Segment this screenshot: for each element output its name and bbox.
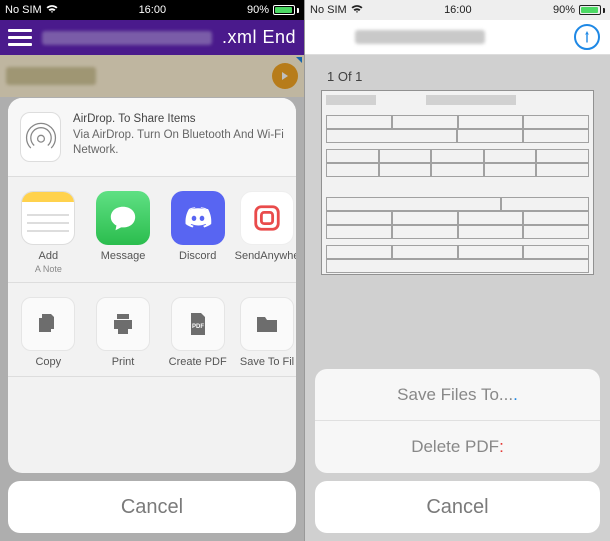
pdf-icon: PDF	[171, 297, 225, 351]
cancel-button[interactable]: Cancel	[8, 481, 296, 533]
header-title-blurred	[355, 30, 485, 44]
cancel-button[interactable]: Cancel	[315, 481, 600, 533]
share-app-sendanywhere[interactable]: SendAnywhe	[242, 191, 292, 274]
phone-left: No SIM 16:00 90% .xml End	[0, 0, 305, 541]
carrier-label: No SIM	[310, 4, 347, 16]
app-label: Discord	[179, 250, 216, 262]
save-label: Save Files To...	[397, 385, 513, 405]
share-action-row[interactable]: Copy Print PDF Create PDF Save To Fil	[8, 283, 296, 377]
wifi-icon	[351, 4, 363, 17]
app-label: Message	[101, 250, 146, 262]
messages-icon	[96, 191, 150, 245]
app-header	[305, 20, 610, 55]
action-label: Create PDF	[169, 356, 227, 368]
airdrop-icon	[20, 112, 61, 162]
edit-button[interactable]	[574, 24, 600, 50]
app-label: Add	[39, 250, 59, 262]
header-title-suffix: .xml End	[222, 27, 296, 48]
wifi-icon	[46, 4, 58, 17]
share-sheet: AirDrop. To Share Items Via AirDrop. Tur…	[8, 98, 296, 473]
action-copy[interactable]: Copy	[18, 297, 79, 368]
airdrop-subtitle: Via AirDrop. Turn On Bluetooth And Wi-Fi…	[73, 128, 284, 159]
airdrop-title: AirDrop. To Share Items	[73, 112, 284, 128]
share-app-row[interactable]: Add A Note Message Discord SendAnywhe	[8, 177, 296, 283]
print-icon	[96, 297, 150, 351]
share-app-notes[interactable]: Add A Note	[18, 191, 79, 274]
notes-icon	[21, 191, 75, 245]
clock-label: 16:00	[444, 4, 472, 16]
carrier-label: No SIM	[5, 4, 42, 16]
discord-icon	[171, 191, 225, 245]
action-label: Print	[112, 356, 135, 368]
action-label: Save To Fil	[240, 356, 294, 368]
airdrop-section[interactable]: AirDrop. To Share Items Via AirDrop. Tur…	[8, 98, 296, 177]
svg-text:PDF: PDF	[192, 324, 204, 330]
sendanywhere-icon	[240, 191, 294, 245]
action-sheet: Save Files To.... Delete PDF:	[315, 369, 600, 473]
cancel-label: Cancel	[426, 496, 488, 519]
status-bar: No SIM 16:00 90%	[305, 0, 610, 20]
battery-icon	[579, 5, 605, 15]
copy-icon	[21, 297, 75, 351]
header-title-blurred	[42, 31, 212, 45]
action-create-pdf[interactable]: PDF Create PDF	[167, 297, 228, 368]
status-bar: No SIM 16:00 90%	[0, 0, 304, 20]
cancel-label: Cancel	[121, 496, 183, 519]
delete-pdf-button[interactable]: Delete PDF:	[315, 421, 600, 473]
delete-label: Delete PDF	[411, 437, 499, 457]
action-label: Copy	[35, 356, 61, 368]
battery-icon	[273, 5, 299, 15]
folder-icon	[240, 297, 294, 351]
action-save-to-files[interactable]: Save To Fil	[242, 297, 292, 368]
battery-pct: 90%	[553, 4, 575, 16]
airdrop-text: AirDrop. To Share Items Via AirDrop. Tur…	[73, 112, 284, 162]
action-print[interactable]: Print	[93, 297, 154, 368]
save-files-to-button[interactable]: Save Files To....	[315, 369, 600, 421]
app-label: SendAnywhe	[235, 250, 296, 262]
share-app-discord[interactable]: Discord	[167, 191, 228, 274]
clock-label: 16:00	[139, 4, 167, 16]
app-header: .xml End	[0, 20, 304, 55]
battery-pct: 90%	[247, 4, 269, 16]
share-app-messages[interactable]: Message	[93, 191, 154, 274]
phone-right: No SIM 16:00 90% 1 Of 1	[305, 0, 610, 541]
menu-icon[interactable]	[8, 26, 32, 50]
app-sublabel: A Note	[35, 264, 62, 274]
